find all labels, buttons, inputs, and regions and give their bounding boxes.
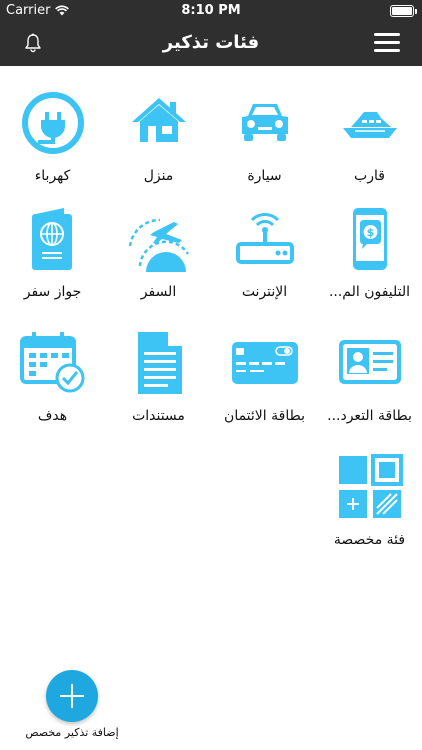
category-label: كهرباء	[34, 168, 71, 184]
category-label: هدف	[37, 408, 68, 424]
category-label: بطاقة التعرد...	[327, 408, 412, 424]
credit-card-icon	[232, 330, 298, 396]
category-label: الإنترنت	[241, 284, 288, 300]
svg-text:$: $	[367, 226, 375, 239]
category-label: فئة مخصصة	[333, 532, 406, 548]
category-label: مستندات	[132, 408, 185, 424]
boat-icon	[337, 90, 403, 156]
hamburger-menu-icon[interactable]	[374, 33, 400, 55]
mobile-phone-icon: $	[337, 206, 403, 272]
navigation-bar: فئات تذكير	[0, 22, 422, 66]
id-card-icon	[337, 330, 403, 396]
category-label: قارب	[354, 168, 385, 184]
passport-icon	[20, 206, 86, 272]
add-reminder-label: إضافة تذكير مخصص	[25, 726, 119, 739]
category-label: منزل	[143, 168, 174, 184]
category-label: بطاقة الائتمان	[224, 408, 305, 424]
electricity-plug-icon	[20, 90, 86, 156]
router-icon	[232, 206, 298, 272]
category-label: السفر	[140, 284, 177, 300]
app-screen: Carrier 8:10 PM فئات تذكير قارب سيارة من…	[0, 0, 422, 750]
category-label: سيارة	[247, 168, 282, 184]
clock: 8:10 PM	[181, 3, 241, 18]
add-reminder-button[interactable]	[46, 670, 98, 722]
calendar-check-icon	[20, 330, 86, 396]
travel-plane-icon	[126, 206, 192, 272]
house-icon	[126, 90, 192, 156]
custom-category-icon	[337, 454, 403, 520]
document-icon	[126, 330, 192, 396]
battery-icon	[390, 5, 417, 17]
page-title: فئات تذكير	[162, 32, 260, 53]
category-label: التليفون الم...	[328, 284, 411, 300]
category-label: جواز سفر	[23, 284, 82, 300]
status-bar: Carrier 8:10 PM	[0, 0, 422, 22]
car-icon	[232, 90, 298, 156]
